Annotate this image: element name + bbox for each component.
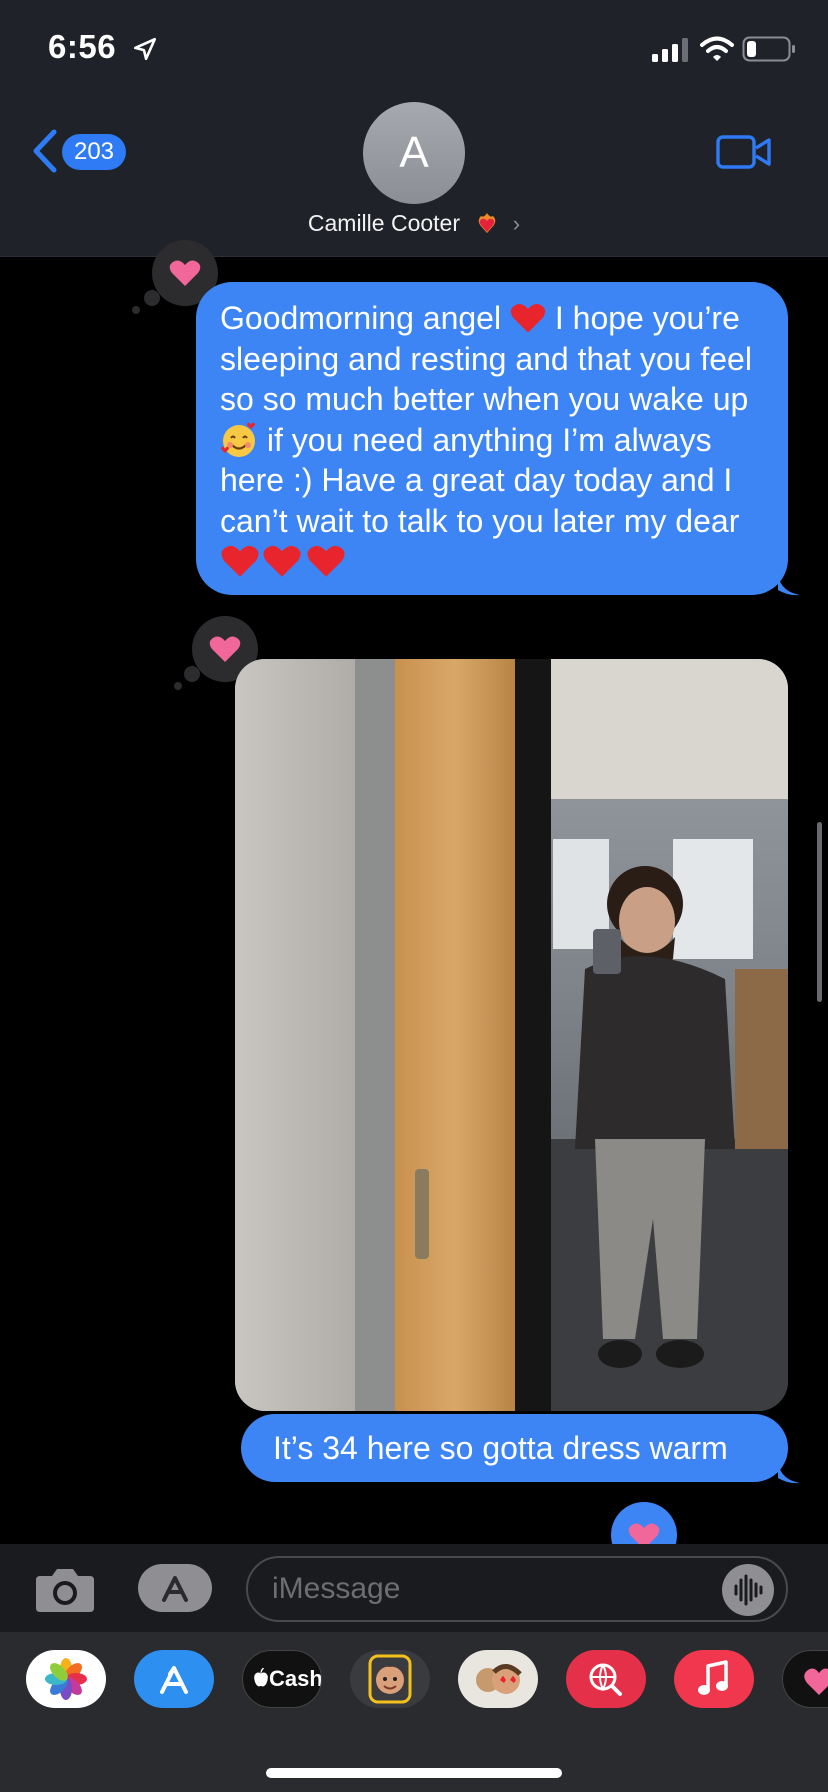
photos-app-button[interactable] (26, 1650, 106, 1708)
heart-icon (169, 260, 201, 286)
contact-name: Camille Cooter (307, 210, 460, 236)
mirror-selfie-photo-icon (235, 659, 788, 1411)
back-chevron-icon[interactable] (30, 128, 60, 174)
home-indicator[interactable] (266, 1768, 562, 1778)
contact-avatar[interactable]: A (363, 102, 465, 204)
digital-touch-app-button[interactable] (782, 1650, 828, 1708)
digital-touch-heart-icon (804, 1668, 828, 1695)
apple-logo-icon (254, 1668, 268, 1687)
sent-message-bubble[interactable]: Goodmorning angel I hope you’re sleeping… (196, 282, 788, 595)
smiling-face-with-hearts-emoji-icon (221, 422, 255, 457)
battery-icon (742, 36, 795, 62)
wifi-icon (700, 36, 734, 61)
bubble-tail (778, 576, 800, 596)
red-heart-emoji-icon (307, 545, 345, 577)
app-store-icon (162, 1576, 188, 1602)
cellular-signal-icon (652, 38, 688, 62)
message-text-part-1: Goodmorning angel (220, 300, 510, 336)
music-app-button[interactable] (674, 1650, 754, 1708)
heart-icon (209, 636, 241, 662)
photos-icon (45, 1658, 87, 1700)
camera-icon[interactable] (34, 1564, 96, 1614)
back-unread-count-badge[interactable]: 203 (62, 134, 126, 170)
globe-search-icon (589, 1663, 622, 1696)
red-heart-emoji-icon (221, 545, 259, 577)
red-heart-emoji-icon (263, 545, 301, 577)
location-arrow-icon (133, 37, 157, 61)
audio-message-button[interactable] (722, 1564, 774, 1616)
memoji-icon (368, 1654, 412, 1704)
app-store-icon (160, 1666, 188, 1694)
scroll-indicator[interactable] (817, 822, 822, 1002)
imessage-app-drawer: Cash (0, 1632, 828, 1792)
heart-on-fire-emoji-icon (479, 213, 496, 233)
music-note-icon (698, 1660, 728, 1695)
message-input-bar (0, 1544, 828, 1632)
app-store-drawer-button[interactable] (138, 1564, 212, 1612)
contact-name-row[interactable]: Camille Cooter › (0, 210, 828, 237)
app-store-app-button[interactable] (134, 1650, 214, 1708)
waveform-icon (734, 1574, 763, 1606)
apple-cash-app-button[interactable]: Cash (242, 1650, 322, 1708)
status-time: 6:56 (48, 28, 117, 65)
red-heart-emoji-icon (510, 303, 546, 333)
photo-message[interactable] (235, 659, 788, 1411)
cash-label: Cash (269, 1666, 322, 1691)
conversation-header: 6:56 203 A Camille Cooter › (0, 0, 828, 257)
message-text-part-3: if you need anything I’m always here :) … (220, 421, 740, 539)
bubble-tail (778, 1464, 800, 1484)
facetime-video-icon[interactable] (716, 134, 772, 170)
animoji-icon (476, 1664, 522, 1694)
imessage-input[interactable] (246, 1556, 788, 1622)
web-images-app-button[interactable] (566, 1650, 646, 1708)
message-text: It’s 34 here so gotta dress warm (273, 1430, 728, 1466)
animoji-app-button[interactable] (458, 1650, 538, 1708)
sent-message-bubble[interactable]: It’s 34 here so gotta dress warm (241, 1414, 788, 1482)
memoji-stickers-app-button[interactable] (350, 1650, 430, 1708)
contact-details-chevron-icon: › (512, 211, 521, 236)
